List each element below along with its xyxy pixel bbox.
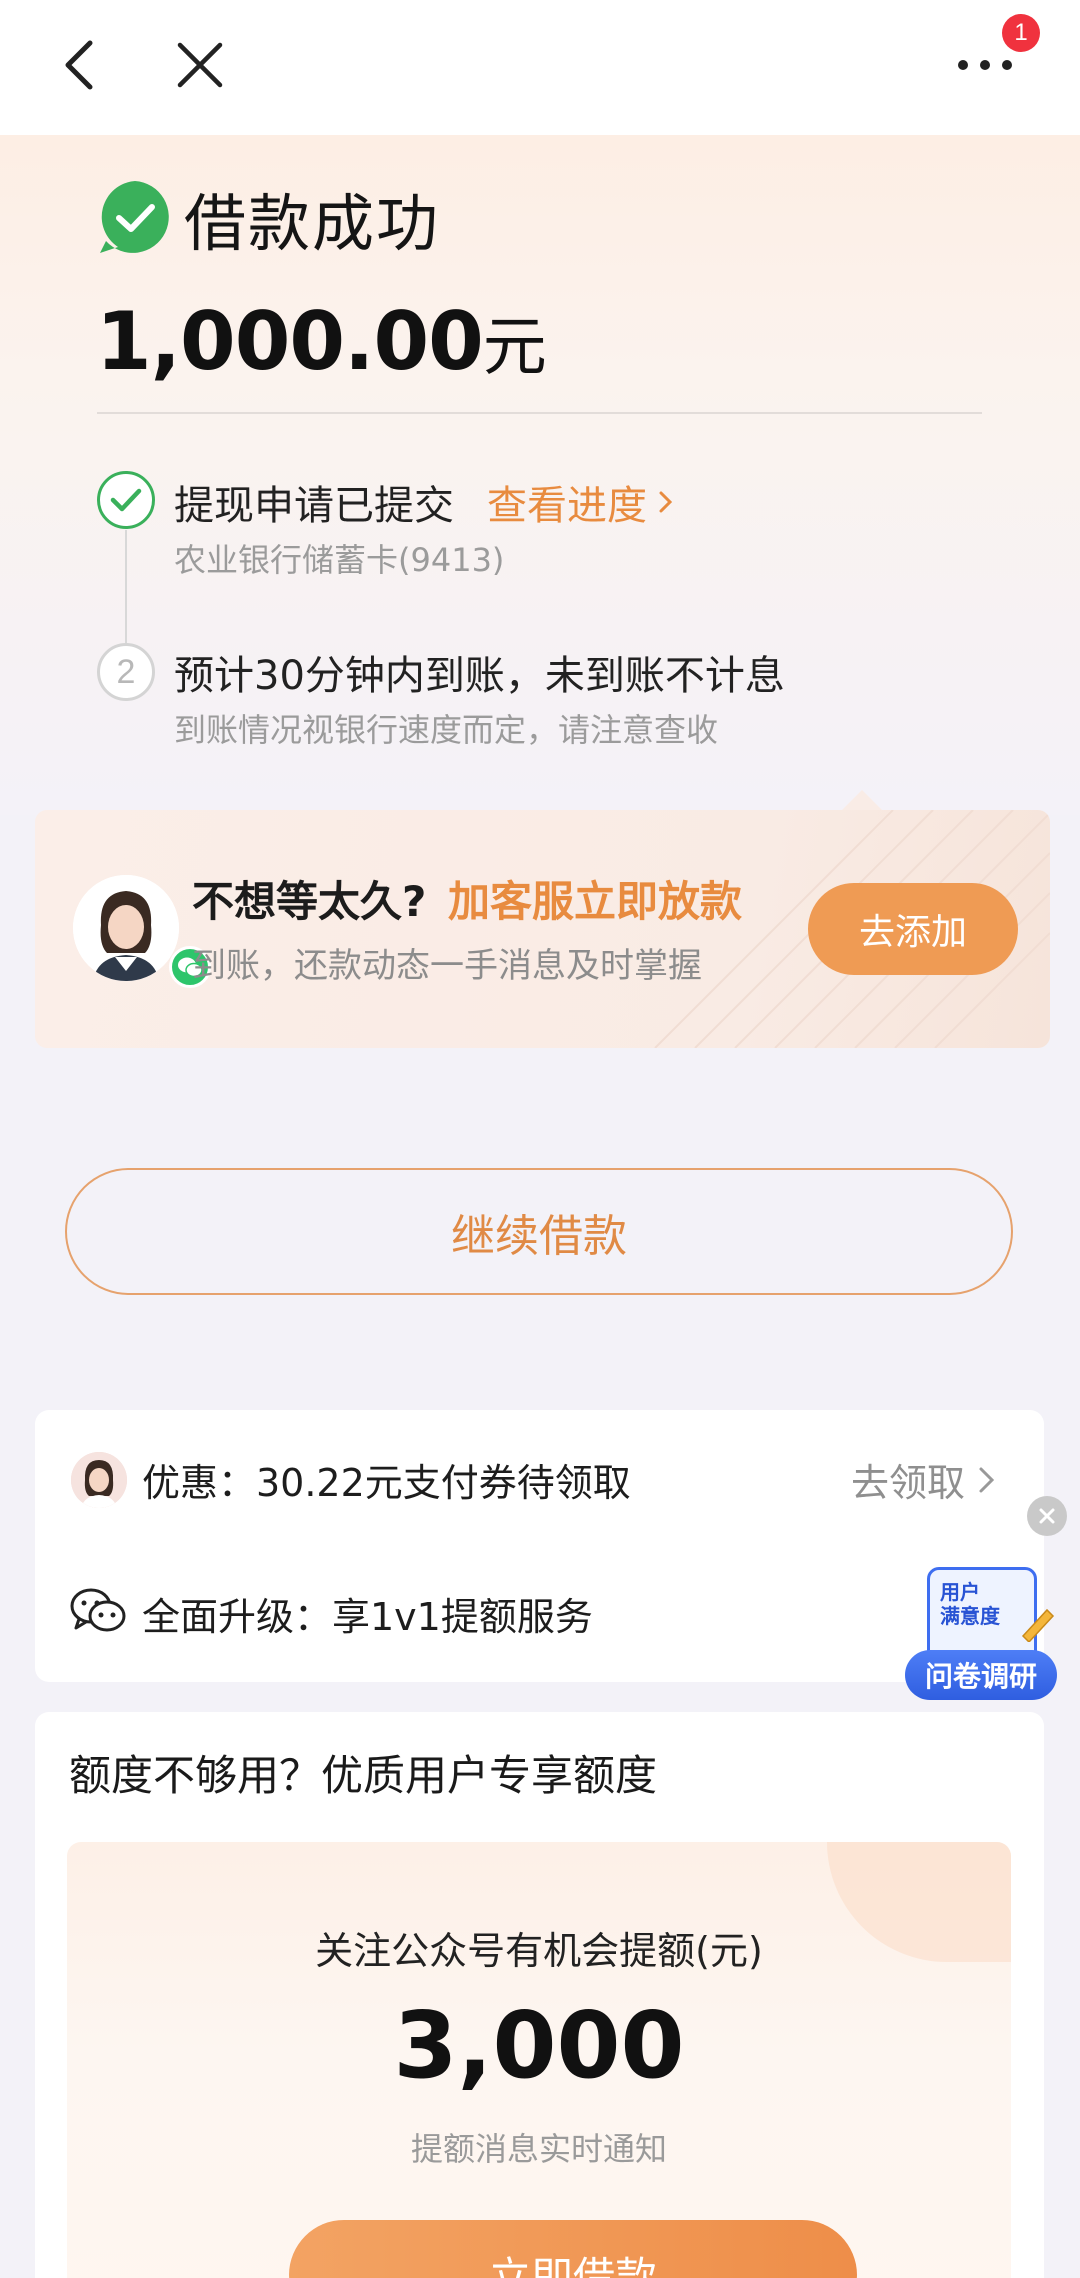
service-highlight: 加客服立即放款 [448,877,743,926]
loan-amount-value: 1,000.00 [96,295,484,388]
limit-offer-panel: 关注公众号有机会提额(元) 3,000 提额消息实时通知 立即借款 [67,1842,1011,2278]
divider [97,412,982,414]
continue-borrowing-button[interactable]: 继续借款 [65,1168,1013,1295]
loan-amount: 1,000.00元 [96,295,547,388]
loan-amount-unit: 元 [482,311,547,385]
agent-avatar [73,875,179,981]
step1-title: 提现申请已提交 [174,483,454,529]
agent-avatar-image [73,875,179,981]
limit-subtitle: 关注公众号有机会提额(元) [315,1929,763,1973]
upgrade-promo-text: 全面升级：享1v1提额服务 [142,1595,593,1639]
top-navigation-bar: 1 [0,0,1080,135]
view-progress-label: 查看进度 [487,483,647,529]
success-header: 借款成功 [96,173,440,263]
step1-subtitle: 农业银行储蓄卡(9413) [174,541,505,579]
customer-service-card: 不想等太久? 加客服立即放款 到账，还款动态一手消息及时掌握 去添加 [35,810,1050,1048]
wechat-icon [70,1588,126,1632]
survey-doc-text: 用户 满意度 [940,1580,1000,1628]
step-done-icon [97,471,155,529]
check-icon [110,488,142,512]
close-button[interactable] [165,30,235,100]
step2-subtitle: 到账情况视银行速度而定，请注意查收 [174,711,719,749]
pencil-icon [1021,1608,1055,1642]
limit-amount: 3,000 [393,1992,685,2099]
survey-label: 问卷调研 [905,1650,1057,1700]
view-progress-link[interactable]: 查看进度 [487,473,677,531]
limit-card-title: 额度不够用？优质用户专享额度 [69,1751,658,1800]
credit-limit-card: 额度不够用？优质用户专享额度 关注公众号有机会提额(元) 3,000 提额消息实… [35,1712,1044,2278]
close-survey-button[interactable] [1027,1496,1067,1536]
step-connector [125,530,127,645]
survey-doc-line2: 满意度 [940,1604,1000,1628]
step2-title: 预计30分钟内到账，未到账不计息 [174,653,785,699]
close-icon [177,42,223,88]
chevron-right-icon [659,491,673,513]
success-check-icon [100,181,169,253]
add-service-button[interactable]: 去添加 [808,883,1018,975]
claim-coupon-label: 去领取 [851,1461,966,1505]
survey-doc-line1: 用户 [940,1580,980,1604]
loan-success-section: 借款成功 1,000.00元 提现申请已提交 查看进度 农业银行储蓄卡(9413… [0,135,1080,815]
chevron-right-icon [979,1467,995,1492]
limit-note: 提额消息实时通知 [410,2130,667,2168]
card-pointer [840,790,884,812]
back-button[interactable] [45,30,115,100]
chevron-left-icon [65,40,93,90]
claim-coupon-link[interactable]: 去领取 [851,1452,999,1507]
notification-badge: 1 [1002,14,1040,52]
page-title: 借款成功 [184,187,441,260]
promo-list-card: 优惠：30.22元支付券待领取 去领取 全面升级：享1v1提额服务 [35,1410,1044,1682]
borrow-now-button[interactable]: 立即借款 [289,2220,857,2278]
service-subtitle: 到账，还款动态一手消息及时掌握 [192,946,702,986]
survey-widget[interactable]: 用户 满意度 问卷调研 [905,1562,1060,1702]
coupon-promo-text: 优惠：30.22元支付券待领取 [142,1461,631,1505]
more-horizontal-icon [958,60,1012,70]
promo-avatar [71,1452,127,1508]
step-number-icon: 2 [97,643,155,701]
promo-avatar-image [71,1452,127,1508]
service-title: 不想等太久? [192,877,427,926]
close-icon [1039,1508,1055,1524]
